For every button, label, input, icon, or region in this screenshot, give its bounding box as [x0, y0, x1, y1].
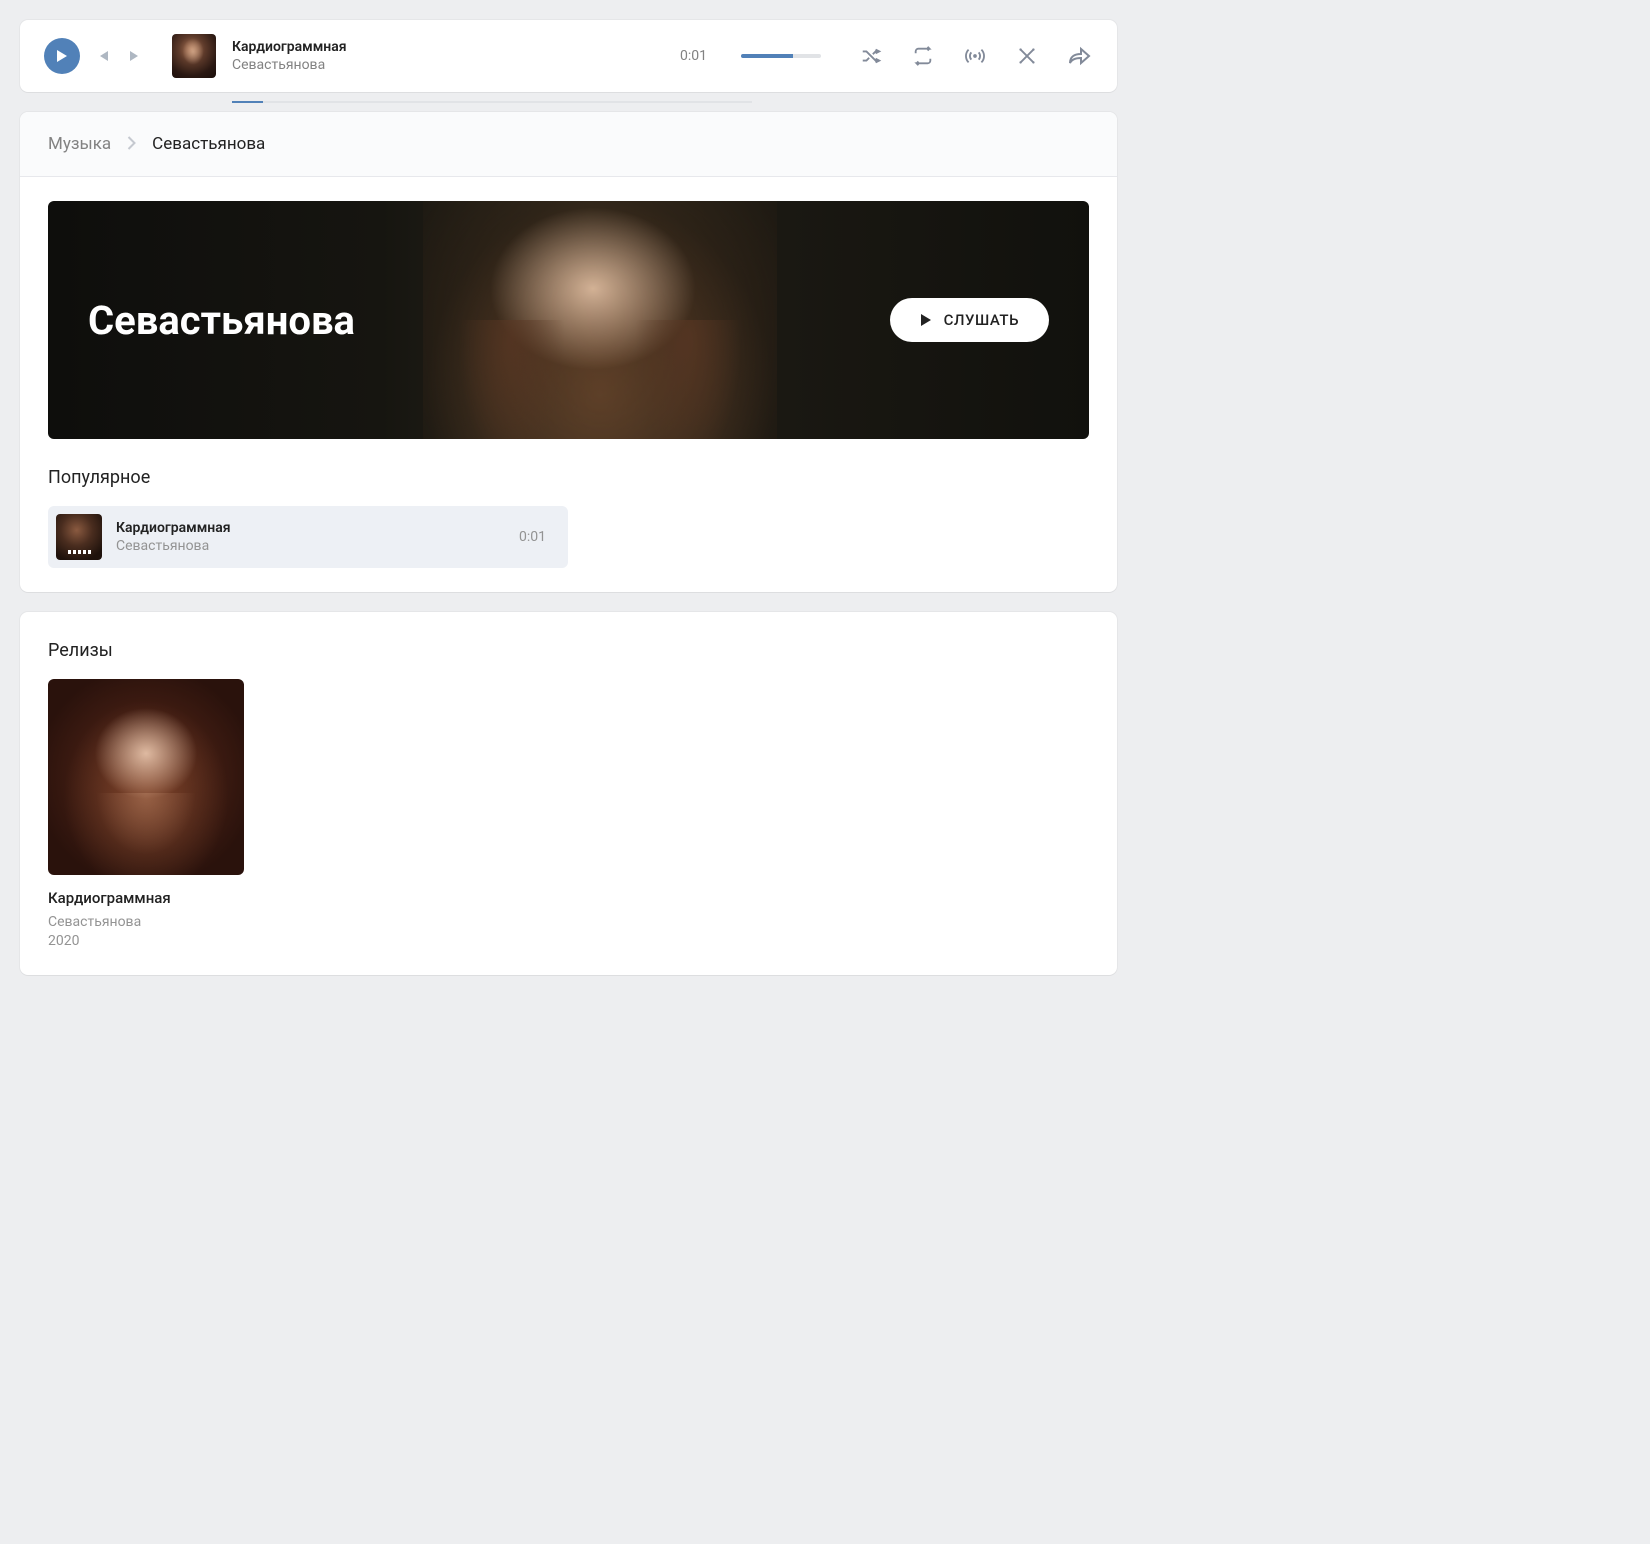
release-year: 2020	[48, 932, 244, 951]
progress-bar[interactable]	[232, 101, 752, 103]
broadcast-icon[interactable]	[961, 42, 989, 70]
previous-track-button[interactable]	[94, 47, 112, 65]
listen-button[interactable]: СЛУШАТЬ	[890, 298, 1049, 342]
next-track-button[interactable]	[126, 47, 144, 65]
release-card[interactable]: Кардиограммная Севастьянова 2020	[48, 679, 244, 951]
release-title: Кардиограммная	[48, 889, 244, 907]
track-duration: 0:01	[519, 529, 560, 545]
listen-button-label: СЛУШАТЬ	[944, 311, 1019, 329]
similar-tracks-icon[interactable]	[1013, 42, 1041, 70]
volume-slider[interactable]	[741, 54, 821, 58]
share-icon[interactable]	[1065, 42, 1093, 70]
breadcrumb-root[interactable]: Музыка	[48, 134, 111, 154]
player-bar: Кардиограммная Севастьянова 0:01	[20, 20, 1117, 92]
breadcrumb-current: Севастьянова	[152, 134, 265, 154]
repeat-icon[interactable]	[909, 42, 937, 70]
now-playing-info: Кардиограммная Севастьянова	[232, 39, 347, 73]
track-artist: Севастьянова	[116, 538, 231, 554]
track-cover	[56, 514, 102, 560]
now-playing-cover[interactable]	[172, 34, 216, 78]
releases-section: Релизы Кардиограммная Севастьянова 2020	[20, 612, 1117, 975]
equalizer-icon	[68, 550, 91, 554]
chevron-right-icon	[127, 135, 136, 154]
popular-heading: Популярное	[48, 467, 1089, 488]
artist-page: Музыка Севастьянова Севастьянова СЛУШАТЬ…	[20, 112, 1117, 592]
artist-hero: Севастьянова СЛУШАТЬ	[48, 201, 1089, 439]
track-row[interactable]: Кардиограммная Севастьянова 0:01	[48, 506, 568, 568]
elapsed-time: 0:01	[680, 48, 707, 64]
track-title: Кардиограммная	[116, 520, 231, 536]
releases-heading: Релизы	[48, 640, 1089, 661]
release-artist: Севастьянова	[48, 913, 244, 932]
artist-name: Севастьянова	[88, 297, 355, 344]
release-cover	[48, 679, 244, 875]
shuffle-icon[interactable]	[857, 42, 885, 70]
breadcrumb: Музыка Севастьянова	[20, 112, 1117, 177]
play-button[interactable]	[44, 38, 80, 74]
now-playing-artist[interactable]: Севастьянова	[232, 57, 347, 73]
now-playing-title[interactable]: Кардиограммная	[232, 39, 347, 55]
